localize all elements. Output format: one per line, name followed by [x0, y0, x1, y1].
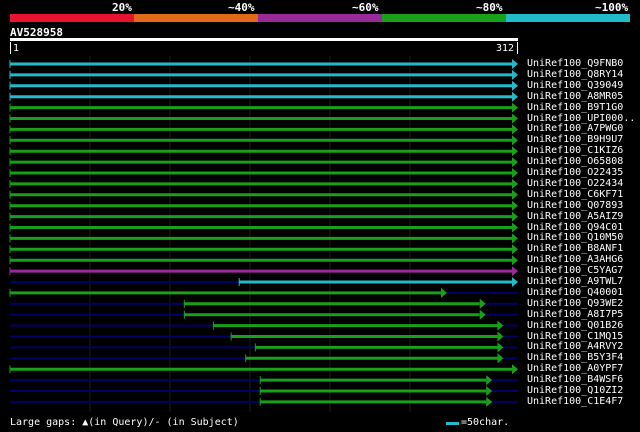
hit-arrow [512, 266, 518, 277]
hit-arrow [512, 364, 518, 375]
hit-arrow [486, 386, 493, 396]
hit-label[interactable]: UniRef100_B8ANF1 [527, 243, 623, 254]
hit-arrow [497, 320, 504, 331]
hit-arrow [512, 157, 518, 168]
hit-label[interactable]: UniRef100_A5AIZ9 [527, 211, 623, 222]
hit-label[interactable]: UniRef100_Q94C01 [527, 222, 623, 233]
hit-arrow [512, 255, 518, 266]
hit-arrow [497, 353, 504, 364]
hit-label[interactable]: UniRef100_A8I7P5 [527, 309, 623, 320]
hit-arrow [512, 244, 518, 255]
hit-label[interactable]: UniRef100_A3AHG6 [527, 254, 623, 265]
hit-label[interactable]: UniRef100_UPI000.. [527, 113, 635, 124]
hit-arrow [512, 233, 518, 244]
hit-label[interactable]: UniRef100_Q8RY14 [527, 69, 623, 80]
hit-arrow [479, 309, 486, 320]
hit-arrow [512, 168, 518, 178]
hit-label[interactable]: UniRef100_Q39049 [527, 80, 623, 91]
hit-label[interactable]: UniRef100_C1E4F7 [527, 396, 623, 407]
hit-arrow [512, 80, 518, 91]
hit-arrow [512, 124, 518, 135]
hit-label[interactable]: UniRef100_A8MR05 [527, 91, 623, 102]
hit-label[interactable]: UniRef100_Q01B26 [527, 320, 623, 331]
hit-label[interactable]: UniRef100_B9T1G0 [527, 102, 623, 113]
hit-label[interactable]: UniRef100_O22435 [527, 167, 623, 178]
hit-label[interactable]: UniRef100_B9H9U7 [527, 134, 623, 145]
hit-label[interactable]: UniRef100_B5Y3F4 [527, 352, 623, 363]
hit-label[interactable]: UniRef100_Q10ZI2 [527, 385, 623, 396]
hit-arrow [486, 375, 493, 386]
hit-arrow [512, 102, 518, 113]
hit-label[interactable]: UniRef100_B4WSF6 [527, 374, 623, 385]
hit-arrow [486, 396, 493, 407]
scale-bar [446, 422, 459, 425]
hit-label[interactable]: UniRef100_A4RVY2 [527, 341, 623, 352]
hit-label[interactable]: UniRef100_Q10M50 [527, 232, 623, 243]
hit-label[interactable]: UniRef100_Q07893 [527, 200, 623, 211]
hit-label[interactable]: UniRef100_C6KF71 [527, 189, 623, 200]
hit-arrow [512, 69, 518, 80]
hit-arrow [440, 287, 447, 298]
hit-arrow [497, 331, 504, 342]
hit-arrow [497, 342, 504, 353]
gaps-legend: Large gaps: ▲(in Query)/- (in Subject) [10, 417, 239, 428]
hit-label[interactable]: UniRef100_O65808 [527, 156, 623, 167]
hit-arrow [512, 222, 518, 233]
hit-label[interactable]: UniRef100_Q9FNB0 [527, 58, 623, 69]
hit-arrow [479, 298, 486, 309]
hit-label[interactable]: UniRef100_A9TWL7 [527, 276, 623, 287]
hit-arrow [512, 135, 518, 146]
hit-arrow [512, 200, 518, 211]
hit-label[interactable]: UniRef100_A0YPF7 [527, 363, 623, 374]
hit-arrow [512, 59, 518, 69]
hit-arrow [512, 178, 518, 189]
hit-label[interactable]: UniRef100_Q93WE2 [527, 298, 623, 309]
hit-label[interactable]: UniRef100_C1MQ15 [527, 331, 623, 342]
hit-arrow [512, 189, 518, 200]
hit-label[interactable]: UniRef100_O22434 [527, 178, 623, 189]
hit-label[interactable]: UniRef100_A7PWG0 [527, 123, 623, 134]
hit-label[interactable]: UniRef100_Q40001 [527, 287, 623, 298]
hit-arrow [512, 91, 518, 102]
scale-note: =50char. [461, 417, 510, 428]
hit-label[interactable]: UniRef100_C5YAG7 [527, 265, 623, 276]
hit-arrow [512, 211, 518, 222]
hit-label[interactable]: UniRef100_C1KIZ6 [527, 145, 623, 156]
hit-arrow [512, 113, 518, 124]
hit-arrow [512, 146, 518, 157]
hit-arrow [512, 277, 518, 287]
